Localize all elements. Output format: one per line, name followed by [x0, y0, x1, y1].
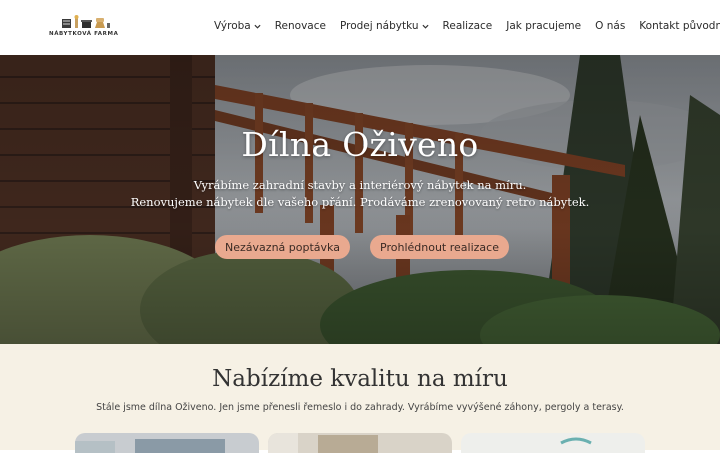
- site-header: NÁBYTKOVÁ FARMA Výroba Renovace Prodej n…: [0, 0, 720, 55]
- nav-item-jak-pracujeme[interactable]: Jak pracujeme: [506, 20, 581, 32]
- hero-section: Dílna Oživeno Vyrábíme zahradní stavby a…: [0, 55, 720, 344]
- chevron-down-icon: [254, 24, 261, 29]
- nav-item-prodej-nabytku[interactable]: Prodej nábytku: [340, 20, 429, 32]
- main-nav: Výroba Renovace Prodej nábytku Realizace…: [214, 20, 720, 32]
- nav-item-label: Prodej nábytku: [339, 20, 419, 32]
- nav-item-renovace[interactable]: Renovace: [275, 20, 326, 32]
- card-image: [268, 433, 452, 453]
- nav-item-label: O nás: [595, 20, 626, 32]
- site-logo[interactable]: NÁBYTKOVÁ FARMA: [49, 15, 125, 39]
- hero-subtitle-line-1: Vyrábíme zahradní stavby a interiérový n…: [193, 178, 527, 192]
- view-projects-button[interactable]: Prohlédnout realizace: [370, 235, 509, 259]
- hero-subtitle-line-2: Renovujeme nábytek dle vašeho přání. Pro…: [130, 195, 590, 209]
- offer-card-3[interactable]: [461, 433, 645, 453]
- nav-item-kontakt[interactable]: Kontakt původní: [639, 20, 720, 32]
- section-text: Stále jsme dílna Oživeno. Jen jsme přene…: [96, 402, 624, 413]
- offer-card-1[interactable]: [75, 433, 259, 453]
- nav-item-label: Renovace: [274, 20, 326, 32]
- card-image: [75, 433, 259, 453]
- card-image: [461, 433, 645, 453]
- chevron-down-icon: [422, 24, 429, 29]
- nav-item-label: Jak pracujeme: [506, 20, 582, 32]
- hero-title: Dílna Oživeno: [241, 125, 479, 164]
- logo-text: NÁBYTKOVÁ FARMA: [49, 31, 119, 37]
- nav-item-label: Výroba: [214, 20, 251, 32]
- inquiry-button[interactable]: Nezávazná poptávka: [215, 235, 350, 259]
- offer-card-2[interactable]: [268, 433, 452, 453]
- section-title: Nabízíme kvalitu na míru: [212, 366, 508, 392]
- nav-item-vyroba[interactable]: Výroba: [214, 20, 261, 32]
- nav-item-label: Kontakt původní: [639, 20, 720, 32]
- furniture-icon: [62, 15, 110, 28]
- nav-item-o-nas[interactable]: O nás: [595, 20, 625, 32]
- nav-item-realizace[interactable]: Realizace: [443, 20, 493, 32]
- nav-item-label: Realizace: [442, 20, 493, 32]
